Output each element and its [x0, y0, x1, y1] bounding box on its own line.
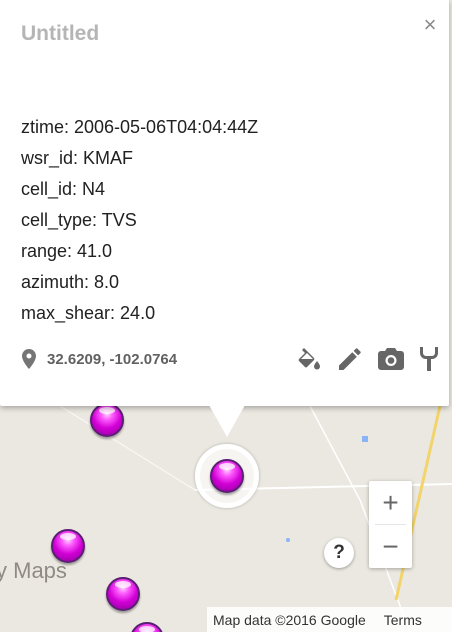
popup-actions	[296, 346, 439, 372]
help-button[interactable]: ?	[324, 538, 354, 568]
map-attribution-bar: Map data ©2016 Google Terms	[207, 607, 452, 632]
map-watermark: y Maps	[0, 558, 67, 583]
coordinates-text: 32.6209, -102.0764	[47, 350, 178, 368]
attribute-row: range: 41.0	[21, 241, 113, 261]
attribute-row: cell_id: N4	[21, 179, 106, 199]
popup-pointer	[209, 405, 245, 437]
map-marker[interactable]	[90, 403, 124, 437]
map-marker-selected[interactable]	[210, 459, 244, 493]
popup-title: Untitled	[21, 22, 100, 45]
coordinates-display: 32.6209, -102.0764	[22, 349, 177, 369]
attribute-row: wsr_id: KMAF	[21, 148, 134, 168]
zoom-control: + −	[369, 481, 412, 568]
attribute-row: ztime: 2006-05-06T04:04:44Z	[21, 117, 259, 137]
attribute-row: max_shear: 24.0	[21, 303, 156, 323]
paint-bucket-icon[interactable]	[296, 346, 322, 372]
map-data-attribution: Map data ©2016 Google	[213, 611, 366, 628]
map-marker[interactable]	[106, 577, 140, 611]
terms-link[interactable]: Terms	[384, 612, 422, 628]
attribute-row: azimuth: 8.0	[21, 272, 120, 292]
info-popup: Untitled × ztime: 2006-05-06T04:04:44Z w…	[0, 0, 449, 406]
attribute-row: cell_type: TVS	[21, 210, 137, 230]
camera-icon[interactable]	[378, 346, 404, 372]
close-icon[interactable]: ×	[418, 12, 442, 38]
zoom-out-button[interactable]: −	[369, 525, 412, 568]
tuning-fork-icon[interactable]	[419, 346, 439, 372]
zoom-in-button[interactable]: +	[369, 481, 412, 524]
location-pin-icon	[22, 349, 36, 369]
map-marker[interactable]	[51, 529, 85, 563]
pencil-icon[interactable]	[337, 346, 363, 372]
attribute-list: ztime: 2006-05-06T04:04:44Z wsr_id: KMAF…	[21, 115, 258, 332]
